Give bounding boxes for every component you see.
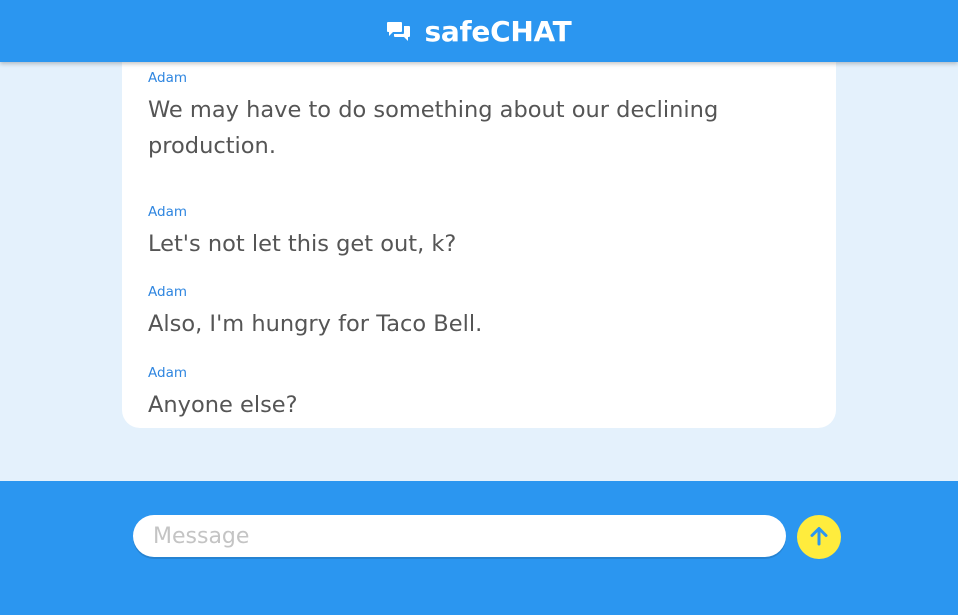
message-author: Adam <box>148 70 187 86</box>
message-text: Anyone else? <box>148 392 298 418</box>
message-text: Also, I'm hungry for Taco Bell. <box>148 311 483 337</box>
message-item: Adam Let's not let this get out, k? <box>148 204 788 262</box>
chat-area[interactable]: Adam We may have to do something about ou… <box>0 62 958 481</box>
brand: safeCHAT <box>386 14 572 48</box>
send-button[interactable] <box>797 515 841 559</box>
chat-app: safeCHAT Adam We may have to do something… <box>0 0 958 615</box>
composer-bar <box>0 481 958 615</box>
message-item: Adam Anyone else? <box>148 365 788 423</box>
message-author: Adam <box>148 365 187 381</box>
message-text: Let's not let this get out, k? <box>148 231 457 257</box>
message-item: Adam We may have to do something about ou… <box>148 70 788 164</box>
message-text: We may have to do something about our de… <box>148 97 719 159</box>
message-list: Adam We may have to do something about ou… <box>122 62 836 428</box>
message-author: Adam <box>148 204 187 220</box>
message-input[interactable] <box>133 515 786 557</box>
arrow-up-icon <box>808 525 830 550</box>
message-item: Adam Also, I'm hungry for Taco Bell. <box>148 284 788 342</box>
app-header: safeCHAT <box>0 0 958 62</box>
app-title: safeCHAT <box>424 14 572 48</box>
chat-bubbles-icon <box>386 20 411 42</box>
message-author: Adam <box>148 284 187 300</box>
